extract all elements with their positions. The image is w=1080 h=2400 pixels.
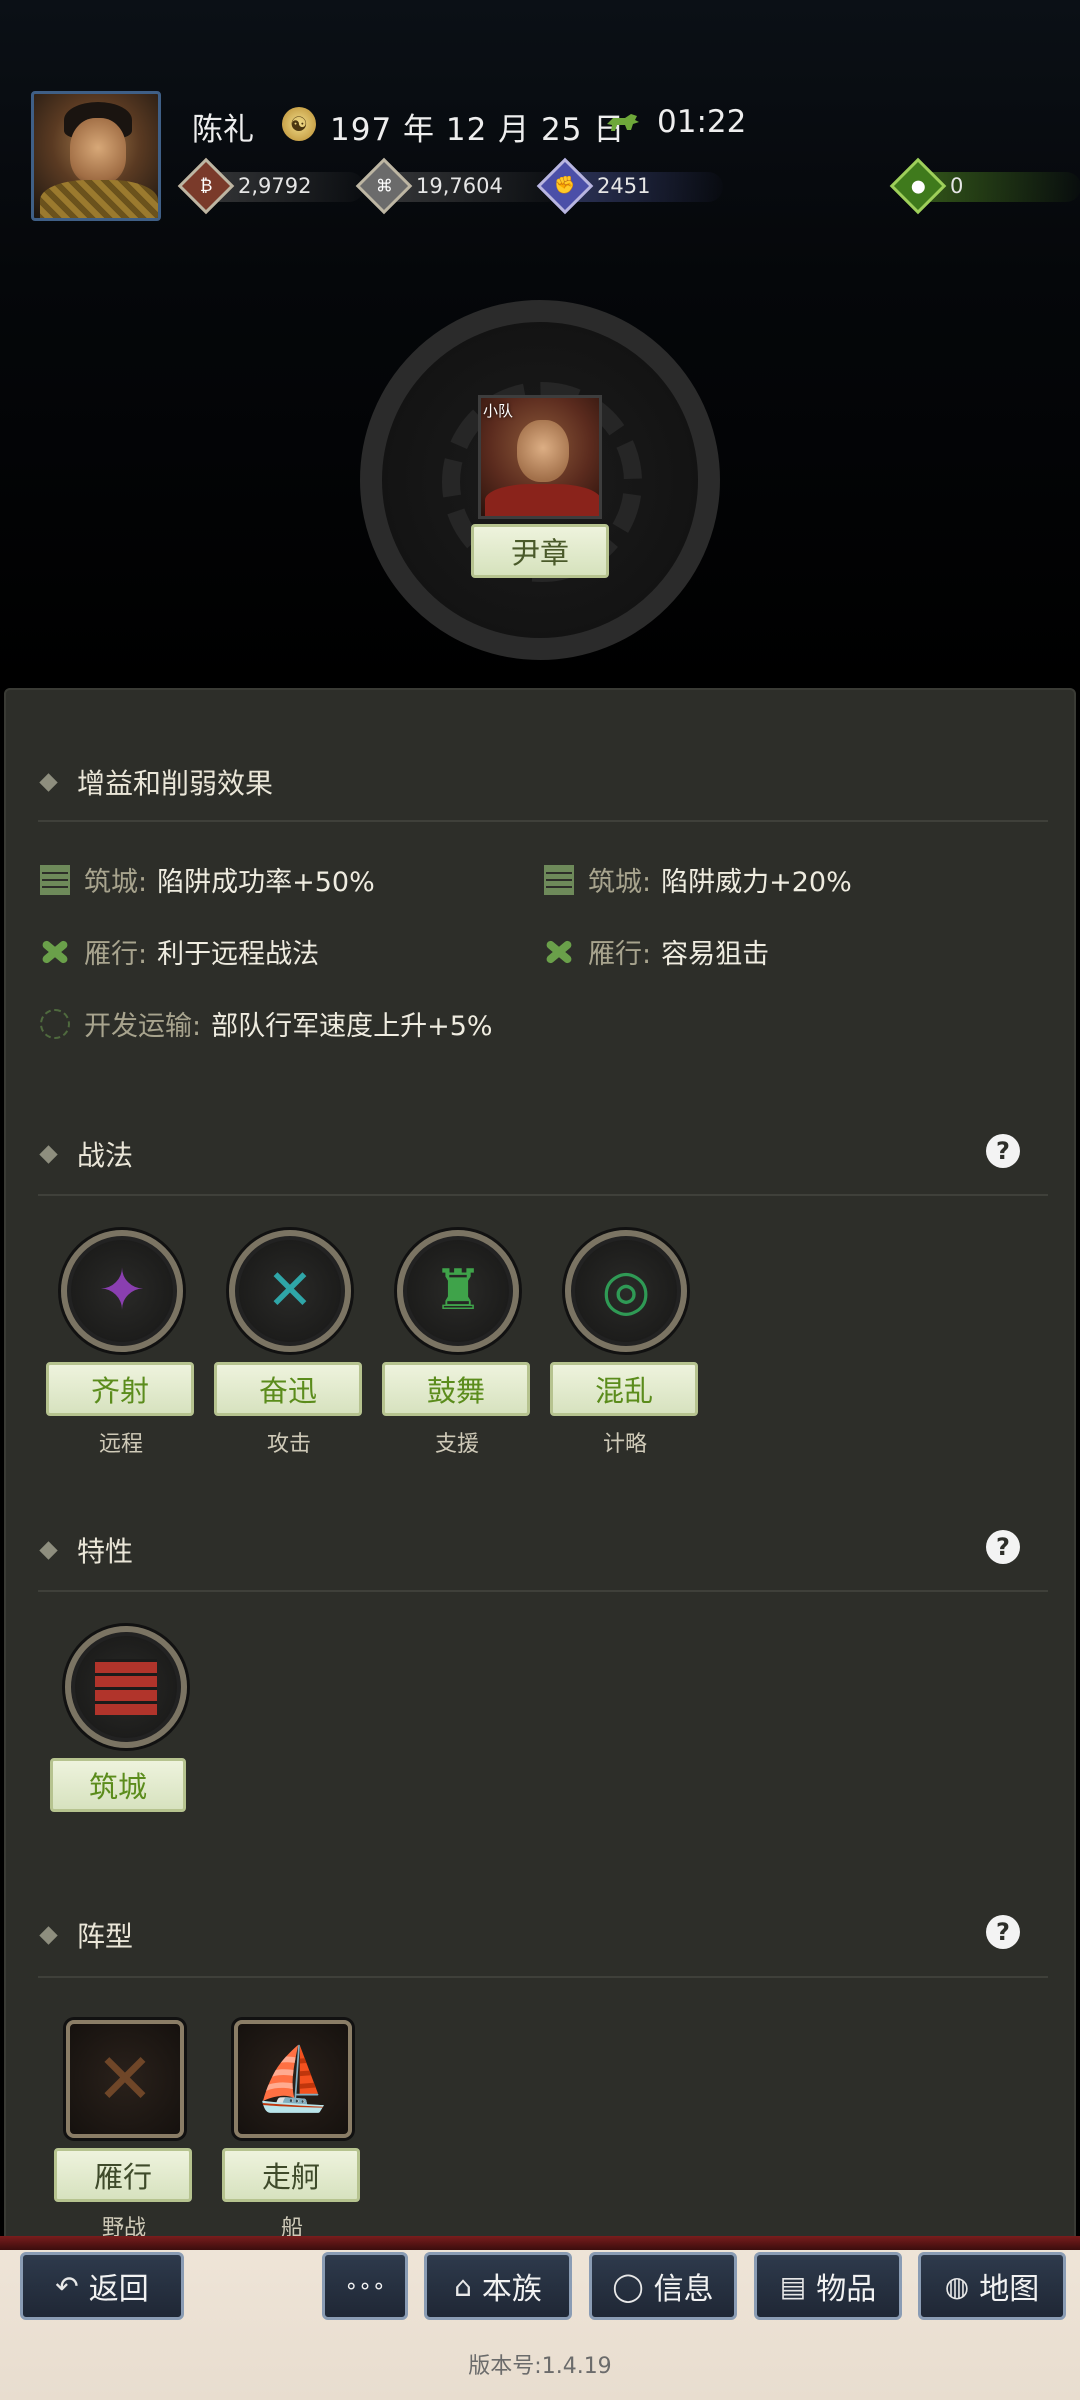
tactic-item[interactable]: ✕ 奋迅 攻击 <box>214 1230 364 1458</box>
tactic-name[interactable]: 奋迅 <box>214 1362 362 1416</box>
officer-name-button[interactable]: 尹章 <box>471 524 609 578</box>
formation-name[interactable]: 走舸 <box>222 2148 360 2202</box>
formation-item[interactable]: ⛵ 走舸 船 <box>222 2020 372 2241</box>
chat-icon: ◯ <box>612 2269 644 2303</box>
info-button[interactable]: ◯ 信息 <box>589 2252 737 2320</box>
bag-icon: ● <box>889 157 947 215</box>
wall-icon <box>40 864 70 895</box>
map-button[interactable]: ◍ 地图 <box>918 2252 1066 2320</box>
divider <box>38 1590 1048 1592</box>
diamond-bullet-icon <box>39 1144 58 1164</box>
effect-item: 雁行: 容易狙击 <box>544 932 769 971</box>
diamond-bullet-icon <box>39 1540 58 1560</box>
coin-value: 2,9792 <box>238 174 312 198</box>
effect-item: 开发运输: 部队行军速度上升+5% <box>40 1004 493 1043</box>
effect-item: 筑城: 陷阱成功率+50% <box>40 860 375 899</box>
boat-icon: ⛵ <box>234 2020 352 2138</box>
detail-panel[interactable]: 增益和削弱效果 筑城: 陷阱成功率+50% 筑城: 陷阱威力+20% 雁行: 利… <box>4 688 1076 2243</box>
help-icon[interactable]: ? <box>986 1530 1020 1564</box>
confusion-icon: ◎ <box>565 1230 687 1352</box>
grain-value: 19,7604 <box>416 174 503 198</box>
back-arrow-icon: ↶ <box>55 2269 79 2303</box>
wall-icon <box>544 864 574 895</box>
game-time: 01:22 <box>657 104 747 140</box>
clan-icon: ⌂ <box>454 2269 472 2303</box>
crossed-spears-icon: ✕ <box>229 1230 351 1352</box>
game-date: 197 年 12 月 25 日 <box>330 112 626 148</box>
resource-coin[interactable]: ₿ 2,9792 <box>177 157 364 215</box>
section-formations-title: 阵型 <box>39 1915 133 1955</box>
divider <box>38 1976 1048 1978</box>
tactic-name[interactable]: 齐射 <box>46 1362 194 1416</box>
effect-item: 雁行: 利于远程战法 <box>40 932 319 971</box>
divider <box>38 1194 1048 1196</box>
back-button[interactable]: ↶ 返回 <box>20 2252 184 2320</box>
globe-icon: ◍ <box>944 2269 970 2303</box>
items-button[interactable]: ▤ 物品 <box>754 2252 902 2320</box>
formation-name[interactable]: 雁行 <box>54 2148 192 2202</box>
diamond-bullet-icon <box>39 772 58 792</box>
tactic-name[interactable]: 混乱 <box>550 1362 698 1416</box>
section-tactics-title: 战法 <box>39 1134 133 1174</box>
tactic-item[interactable]: ♜ 鼓舞 支援 <box>382 1230 532 1458</box>
version-label: 版本号:1.4.19 <box>468 2354 612 2379</box>
trait-item[interactable]: 筑城 <box>50 1626 200 1812</box>
player-name: 陈礼 <box>192 112 254 148</box>
geese-icon <box>544 937 574 967</box>
coin-icon: ₿ <box>177 157 235 215</box>
strength-icon: ✊ <box>536 157 594 215</box>
help-icon[interactable]: ? <box>986 1134 1020 1168</box>
resource-bag[interactable]: ● 0 <box>889 157 1080 215</box>
header: 陈礼 ☯ 197 年 12 月 25 日 01:22 ₿ 2,9792 ⌘ 19… <box>0 0 1080 690</box>
inspire-icon: ♜ <box>397 1230 519 1352</box>
trait-name[interactable]: 筑城 <box>50 1758 186 1812</box>
formation-item[interactable]: ✕ 雁行 野战 <box>54 2020 204 2241</box>
tactic-item[interactable]: ◎ 混乱 计略 <box>550 1230 700 1458</box>
tactic-category: 计略 <box>602 1432 647 1457</box>
resource-grain[interactable]: ⌘ 19,7604 <box>355 157 562 215</box>
geese-formation-icon: ✕ <box>66 2020 184 2138</box>
tactic-name[interactable]: 鼓舞 <box>382 1362 530 1416</box>
diamond-bullet-icon <box>39 1925 58 1945</box>
strength-value: 2451 <box>597 174 651 198</box>
geese-icon <box>40 937 70 967</box>
calendar-icon: ☯ <box>282 107 316 141</box>
clan-button[interactable]: ⌂ 本族 <box>424 2252 572 2320</box>
wall-icon <box>65 1626 187 1748</box>
items-icon: ▤ <box>779 2269 807 2303</box>
section-traits-title: 特性 <box>39 1530 133 1570</box>
help-icon[interactable]: ? <box>986 1915 1020 1949</box>
officer-portrait[interactable]: 小队 <box>478 395 602 519</box>
bottom-nav: ↶ 返回 ∘∘∘ ⌂ 本族 ◯ 信息 ▤ 物品 ◍ 地图 版本号:1.4.19 <box>0 2236 1080 2400</box>
tactic-category: 攻击 <box>266 1432 311 1457</box>
section-effects-title: 增益和削弱效果 <box>39 762 273 802</box>
more-button[interactable]: ∘∘∘ <box>322 2252 408 2320</box>
player-avatar[interactable] <box>31 91 161 221</box>
bag-value: 0 <box>950 174 964 198</box>
officer-tag: 小队 <box>483 402 514 420</box>
tactic-category: 远程 <box>98 1432 143 1457</box>
effect-item: 筑城: 陷阱威力+20% <box>544 860 852 899</box>
tactic-item[interactable]: ✦ 齐射 远程 <box>46 1230 196 1458</box>
divider <box>38 820 1048 822</box>
transport-icon <box>40 1008 70 1039</box>
horse-icon <box>607 114 639 131</box>
volley-icon: ✦ <box>61 1230 183 1352</box>
grain-icon: ⌘ <box>355 157 413 215</box>
tactic-category: 支援 <box>434 1432 479 1457</box>
resource-strength[interactable]: ✊ 2451 <box>536 157 723 215</box>
